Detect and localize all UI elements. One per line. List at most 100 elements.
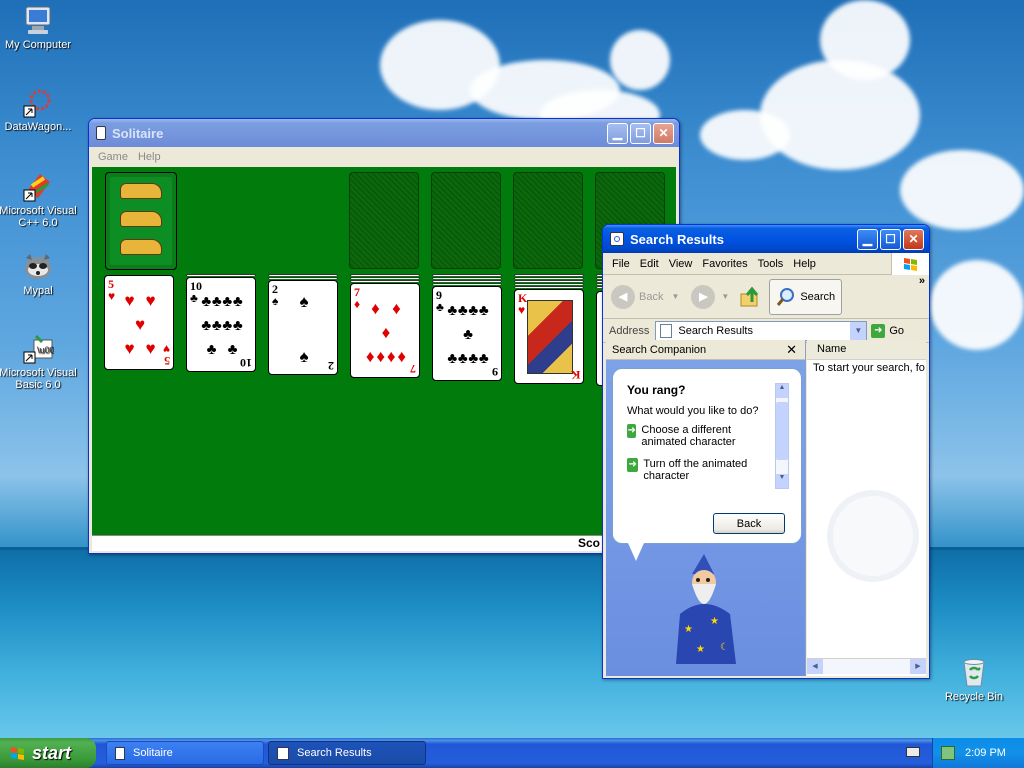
tableau-card[interactable]: 7 ♦ ♦ ♦ ♦ ♦ ♦ ♦ ♦ 7: [350, 283, 420, 378]
scroll-right-arrow[interactable]: ▶: [910, 659, 926, 674]
face-down-card-edge: [432, 280, 502, 282]
foundation-slot[interactable]: [431, 172, 501, 269]
clock[interactable]: 2:09 PM: [965, 747, 1006, 759]
search-app-icon: [610, 232, 624, 246]
windows-logo-icon: [891, 253, 929, 275]
solitaire-window: Solitaire ▁ ☐ ✕ Game Help 5 ♥ ♥ ♥ ♥ ♥ ♥ 5 ♥ 10…: [88, 118, 680, 554]
minimize-button[interactable]: ▁: [607, 122, 628, 144]
menu-favorites[interactable]: Favorites: [697, 258, 752, 270]
car-icon: [120, 183, 162, 199]
taskbar-item-solitaire[interactable]: Solitaire: [106, 741, 264, 765]
svg-text:★: ★: [696, 644, 705, 655]
desktop-icon-datawagon[interactable]: DataWagon...: [0, 86, 80, 133]
close-button[interactable]: ✕: [903, 228, 924, 250]
foundation-slot[interactable]: [349, 172, 419, 269]
cloud: [610, 30, 670, 90]
foundation-slot[interactable]: [513, 172, 583, 269]
card-pips: ♠ ♠: [299, 292, 309, 366]
maximize-button[interactable]: ☐: [630, 122, 651, 144]
menu-file[interactable]: File: [607, 258, 635, 270]
face-down-card-edge: [514, 277, 584, 279]
up-folder-icon[interactable]: [739, 286, 761, 308]
tableau-card[interactable]: K ♥ K: [514, 289, 584, 384]
address-value: Search Results: [678, 324, 753, 337]
desktop-icon-label: Microsoft Visual C++ 6.0: [0, 205, 77, 229]
desktop-icon-label: Mypal: [23, 285, 53, 297]
close-button[interactable]: ✕: [653, 122, 674, 144]
close-pane-icon[interactable]: ✕: [786, 342, 797, 358]
solitaire-titlebar[interactable]: Solitaire ▁ ☐ ✕: [89, 119, 679, 147]
face-down-card-edge: [268, 274, 338, 276]
card-rank: K ♥: [518, 291, 528, 317]
desktop-icon-label: DataWagon...: [4, 121, 72, 133]
system-tray: 2:09 PM: [932, 738, 1024, 768]
forward-arrow-icon: ▶: [691, 284, 716, 309]
menu-edit[interactable]: Edit: [635, 258, 664, 270]
face-down-card-edge: [514, 283, 584, 285]
go-button[interactable]: ➜ Go: [871, 323, 904, 338]
menu-help[interactable]: Help: [133, 151, 166, 163]
solitaire-app-icon: [96, 126, 106, 140]
bubble-back-button[interactable]: Back: [713, 513, 785, 534]
explorer-body: Search Companion ✕ You rang? What would …: [606, 340, 926, 676]
toolbar-overflow-chevron[interactable]: »: [919, 275, 925, 287]
keyboard-icon[interactable]: [906, 747, 920, 757]
card-rank: 9 ♣: [436, 288, 444, 314]
bubble-back-label: Back: [736, 517, 762, 530]
tableau-card[interactable]: 5 ♥ ♥ ♥ ♥ ♥ ♥ 5 ♥: [104, 275, 174, 370]
minimize-button[interactable]: ▁: [857, 228, 878, 250]
face-down-card-edge: [514, 274, 584, 276]
cloud: [760, 60, 920, 170]
datawagon-icon: [22, 86, 54, 118]
column-header-label: Name: [817, 343, 847, 355]
desktop-icon-visual-basic[interactable]: \u00a032 Microsoft Visual Basic 6.0: [0, 332, 80, 391]
desktop-icon-recycle-bin[interactable]: Recycle Bin: [932, 656, 1016, 703]
search-toolbar: ◀ Back ▼ ▶ ▼ Search »: [603, 275, 929, 319]
bubble-heading: You rang?: [627, 383, 686, 397]
tableau-card[interactable]: 10 ♣ ♣ ♣ ♣ ♣ ♣ ♣ ♣ ♣ ♣ ♣ 10: [186, 277, 256, 372]
desktop-icon-mypal[interactable]: Mypal: [0, 250, 80, 297]
scroll-thumb[interactable]: [776, 402, 788, 460]
maximize-button[interactable]: ☐: [880, 228, 901, 250]
search-companion-pane: Search Companion ✕ You rang? What would …: [606, 340, 806, 676]
dropdown-arrow-icon[interactable]: ▼: [850, 321, 867, 340]
scroll-down-arrow[interactable]: ▼: [776, 474, 788, 488]
green-arrow-icon: ➜: [627, 424, 637, 438]
scroll-left-arrow[interactable]: ◀: [807, 659, 823, 674]
face-down-card-edge: [186, 274, 256, 276]
taskbar-item-search-results[interactable]: Search Results: [268, 741, 426, 765]
desktop-icon-my-computer[interactable]: My Computer: [0, 4, 80, 51]
results-pane: Name To start your search, fo ◀ ▶: [807, 340, 926, 676]
chevron-down-icon: ▼: [721, 292, 730, 301]
menu-tools[interactable]: Tools: [753, 258, 789, 270]
tableau-card[interactable]: 9 ♣ ♣ ♣ ♣ ♣ ♣ ♣ ♣ ♣ ♣ 9: [432, 286, 502, 381]
option-change-character[interactable]: ➜ Choose a different animated character: [627, 424, 767, 448]
card-rank-bottom: 10: [240, 356, 252, 370]
chevron-down-icon: ▼: [671, 292, 680, 301]
forward-button[interactable]: ▶ ▼: [691, 284, 730, 309]
option-label: Turn off the animated character: [643, 458, 748, 482]
status-bar: Sco: [92, 535, 676, 551]
bubble-tail: [628, 543, 644, 561]
option-turn-off-character[interactable]: ➜ Turn off the animated character: [627, 458, 767, 482]
network-icon[interactable]: [941, 746, 955, 760]
search-button[interactable]: Search: [769, 278, 843, 315]
desktop-icon-visual-cpp[interactable]: Microsoft Visual C++ 6.0: [0, 170, 80, 229]
bubble-scrollbar[interactable]: ▲ ▼: [775, 383, 789, 489]
column-header-name[interactable]: Name: [807, 340, 926, 360]
horizontal-scrollbar[interactable]: ◀ ▶: [807, 658, 926, 674]
search-app-icon: [277, 746, 289, 760]
face-down-card-edge: [432, 274, 502, 276]
stock-pile[interactable]: [105, 172, 177, 270]
menu-game[interactable]: Game: [93, 151, 133, 163]
scroll-up-arrow[interactable]: ▲: [776, 384, 788, 398]
back-label: Back: [639, 290, 664, 303]
back-button[interactable]: ◀ Back ▼: [611, 284, 680, 309]
start-button[interactable]: start: [0, 738, 96, 768]
menu-help[interactable]: Help: [788, 258, 821, 270]
tableau-card[interactable]: 2 ♠ ♠ ♠ 2: [268, 280, 338, 375]
search-titlebar[interactable]: Search Results ▁ ☐ ✕: [603, 225, 929, 253]
address-field[interactable]: Search Results ▼: [655, 320, 868, 341]
menu-view[interactable]: View: [664, 258, 698, 270]
face-down-card-edge: [350, 280, 420, 282]
